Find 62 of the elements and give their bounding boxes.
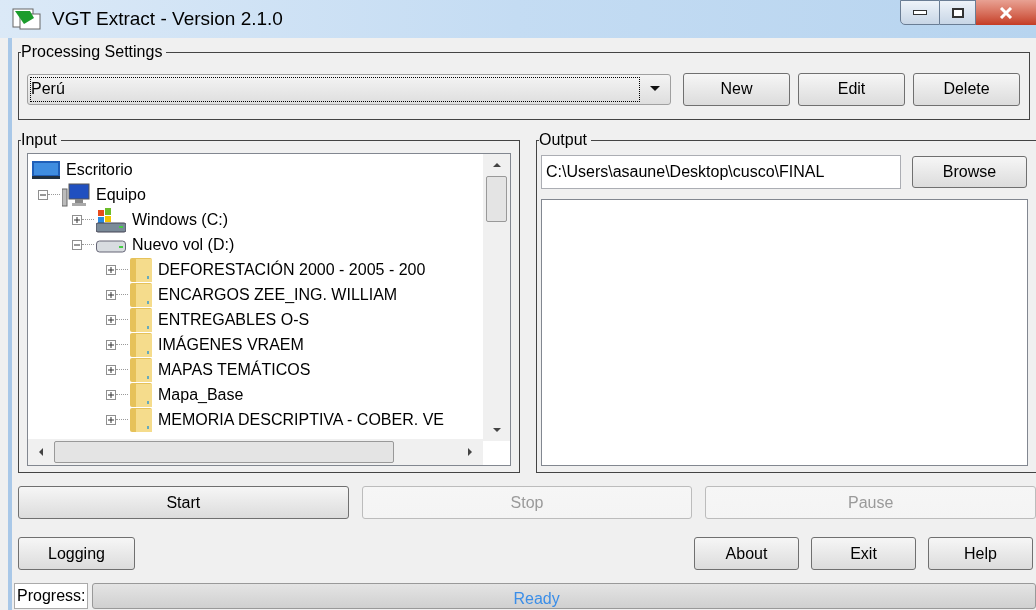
expand-toggle-icon[interactable] <box>72 214 82 225</box>
tree-item[interactable]: Equipo <box>96 182 146 207</box>
action-button[interactable]: Start <box>18 486 349 519</box>
desktop-icon <box>32 159 60 180</box>
close-icon <box>999 6 1013 19</box>
scroll-down-icon[interactable] <box>491 427 502 433</box>
computer-icon <box>62 182 90 207</box>
dialog-button[interactable]: Help <box>928 537 1033 570</box>
group-label: Output <box>539 130 592 150</box>
scroll-right-icon[interactable] <box>467 447 473 457</box>
horizontal-scrollbar[interactable] <box>28 439 483 465</box>
window-title: VGT Extract - Version 2.1.0 <box>52 6 283 31</box>
tree-item[interactable]: Escritorio <box>66 157 133 182</box>
settings-button[interactable]: Edit <box>798 72 905 106</box>
progress-label: Progress: <box>14 583 89 609</box>
tree-item[interactable]: ENTREGABLES O-S <box>158 307 310 332</box>
maximize-button[interactable] <box>940 0 976 25</box>
tree-item[interactable]: Nuevo vol (D:) <box>132 232 235 257</box>
tree-item[interactable]: MEMORIA DESCRIPTIVA - COBER. VE <box>158 407 444 432</box>
vertical-scrollbar[interactable] <box>483 154 510 441</box>
folder-icon <box>130 382 152 407</box>
minimize-button[interactable] <box>900 0 940 25</box>
folder-icon <box>130 332 152 357</box>
collapse-toggle-icon[interactable] <box>72 239 82 250</box>
expand-toggle-icon[interactable] <box>106 264 116 275</box>
progress-status: Ready <box>513 589 560 608</box>
browse-button[interactable]: Browse <box>912 156 1027 188</box>
scroll-thumb[interactable] <box>54 441 394 463</box>
group-label: Input <box>21 130 61 150</box>
settings-button[interactable]: Delete <box>913 72 1020 106</box>
expand-toggle-icon[interactable] <box>106 414 116 425</box>
collapse-toggle-icon[interactable] <box>38 189 48 200</box>
scroll-thumb[interactable] <box>486 176 507 222</box>
tree-item[interactable]: Windows (C:) <box>132 207 228 232</box>
expand-toggle-icon[interactable] <box>106 364 116 375</box>
logging-button[interactable]: Logging <box>18 537 135 570</box>
folder-icon <box>130 282 152 307</box>
tree-item[interactable]: Mapa_Base <box>158 382 244 407</box>
app-icon <box>12 8 42 30</box>
expand-toggle-icon[interactable] <box>106 339 116 350</box>
settings-button[interactable]: New <box>683 72 790 106</box>
tree-item[interactable]: IMÁGENES VRAEM <box>158 332 304 357</box>
tree-item[interactable]: DEFORESTACIÓN 2000 - 2005 - 200 <box>158 257 426 282</box>
expand-toggle-icon[interactable] <box>106 389 116 400</box>
expand-toggle-icon[interactable] <box>106 289 116 300</box>
expand-toggle-icon[interactable] <box>106 314 116 325</box>
folder-icon <box>130 307 152 332</box>
scroll-left-icon[interactable] <box>38 447 44 457</box>
dialog-button[interactable]: Exit <box>811 537 916 570</box>
folder-icon <box>130 407 152 432</box>
tree-item[interactable]: MAPAS TEMÁTICOS <box>158 357 311 382</box>
group-label: Processing Settings <box>21 42 167 62</box>
tree-item[interactable]: ENCARGOS ZEE_ING. WILLIAM <box>158 282 398 307</box>
dialog-button[interactable]: About <box>694 537 799 570</box>
output-path-field[interactable]: C:\Users\asaune\Desktop\cusco\FINAL <box>541 155 901 189</box>
profile-value: Perú <box>30 76 640 102</box>
drive-icon <box>96 206 126 233</box>
folder-icon <box>130 257 152 282</box>
profile-dropdown[interactable]: Perú <box>27 73 671 105</box>
folder-icon <box>130 357 152 382</box>
close-button[interactable] <box>976 0 1036 25</box>
scroll-up-icon[interactable] <box>491 162 502 168</box>
